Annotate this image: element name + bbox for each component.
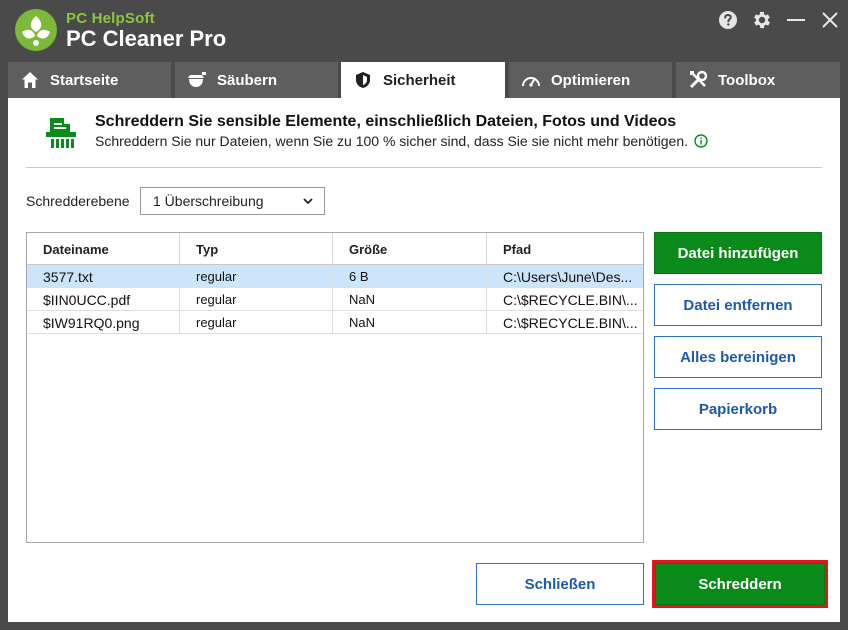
main-tabs: Startseite Säubern Sicherheit Optimieren…	[8, 62, 840, 98]
column-header-name[interactable]: Dateiname	[27, 233, 180, 265]
home-icon	[20, 70, 40, 90]
tab-label: Toolbox	[718, 71, 776, 89]
close-icon	[822, 12, 838, 28]
brand-product: PC Cleaner Pro	[66, 26, 227, 51]
table-row[interactable]: 3577.txt regular 6 B C:\Users\June\Des..…	[27, 265, 643, 288]
info-icon[interactable]	[694, 134, 708, 148]
shred-level-select[interactable]: 1 Überschreibung	[140, 187, 325, 215]
close-button[interactable]: Schließen	[476, 563, 644, 605]
chevron-down-icon	[303, 198, 313, 205]
page-title: Schreddern Sie sensible Elemente, einsch…	[95, 113, 677, 130]
tab-label: Sicherheit	[383, 71, 456, 89]
cell-name: 3577.txt	[27, 265, 180, 288]
table-header: Dateiname Typ Größe Pfad	[27, 233, 643, 265]
clear-all-button[interactable]: Alles bereinigen	[654, 336, 822, 378]
tab-saeubern[interactable]: Säubern	[175, 62, 338, 98]
column-header-path[interactable]: Pfad	[487, 233, 643, 265]
minimize-button[interactable]	[784, 8, 808, 32]
brand-company: PC HelpSoft	[66, 10, 155, 27]
cell-size: 6 B	[333, 265, 487, 288]
tab-startseite[interactable]: Startseite	[8, 62, 171, 98]
shred-button-highlight: Schreddern	[652, 560, 828, 608]
remove-file-button[interactable]: Datei entfernen	[654, 284, 822, 326]
cell-path: C:\$RECYCLE.BIN\...	[503, 314, 638, 331]
table-row[interactable]: $IIN0UCC.pdf regular NaN C:\$RECYCLE.BIN…	[27, 288, 643, 311]
cell-path: C:\$RECYCLE.BIN\...	[503, 291, 638, 308]
tools-icon	[688, 70, 708, 90]
settings-button[interactable]	[750, 8, 774, 32]
tab-label: Säubern	[217, 71, 278, 89]
table-row[interactable]: $IW91RQ0.png regular NaN C:\$RECYCLE.BIN…	[27, 311, 643, 334]
shred-level-label: Schredderebene	[26, 193, 130, 209]
shield-icon	[353, 70, 373, 90]
shred-button[interactable]: Schreddern	[655, 563, 825, 605]
help-button[interactable]	[716, 8, 740, 32]
recycle-bin-button[interactable]: Papierkorb	[654, 388, 822, 430]
divider	[26, 167, 822, 168]
security-panel: Schreddern Sie sensible Elemente, einsch…	[8, 98, 840, 622]
cell-type: regular	[180, 265, 333, 288]
tab-sicherheit[interactable]: Sicherheit	[341, 62, 505, 98]
broom-icon	[187, 70, 207, 90]
tab-toolbox[interactable]: Toolbox	[676, 62, 840, 98]
cell-type: regular	[180, 311, 333, 334]
gauge-icon	[521, 70, 541, 90]
cell-path: C:\Users\June\Des...	[503, 268, 633, 285]
tab-label: Startseite	[50, 71, 119, 89]
cell-name: $IW91RQ0.png	[27, 311, 180, 334]
logo-icon	[15, 9, 57, 51]
shredder-icon	[46, 118, 76, 148]
column-header-size[interactable]: Größe	[333, 233, 487, 265]
page-subtitle: Schreddern Sie nur Dateien, wenn Sie zu …	[95, 133, 708, 149]
file-table: Dateiname Typ Größe Pfad 3577.txt regula…	[26, 232, 644, 543]
add-file-button[interactable]: Datei hinzufügen	[654, 232, 822, 274]
cell-name: $IIN0UCC.pdf	[27, 288, 180, 311]
tab-label: Optimieren	[551, 71, 631, 89]
gear-icon	[754, 11, 770, 29]
column-header-type[interactable]: Typ	[180, 233, 333, 265]
title-bar: PC HelpSoft PC Cleaner Pro	[0, 0, 848, 62]
help-icon	[719, 11, 737, 29]
shred-level-value: 1 Überschreibung	[153, 193, 264, 209]
minimize-icon	[787, 19, 805, 21]
cell-type: regular	[180, 288, 333, 311]
subtitle-text: Schreddern Sie nur Dateien, wenn Sie zu …	[95, 133, 689, 149]
close-window-button[interactable]	[818, 8, 842, 32]
cell-size: NaN	[333, 311, 487, 334]
cell-size: NaN	[333, 288, 487, 311]
tab-optimieren[interactable]: Optimieren	[509, 62, 672, 98]
